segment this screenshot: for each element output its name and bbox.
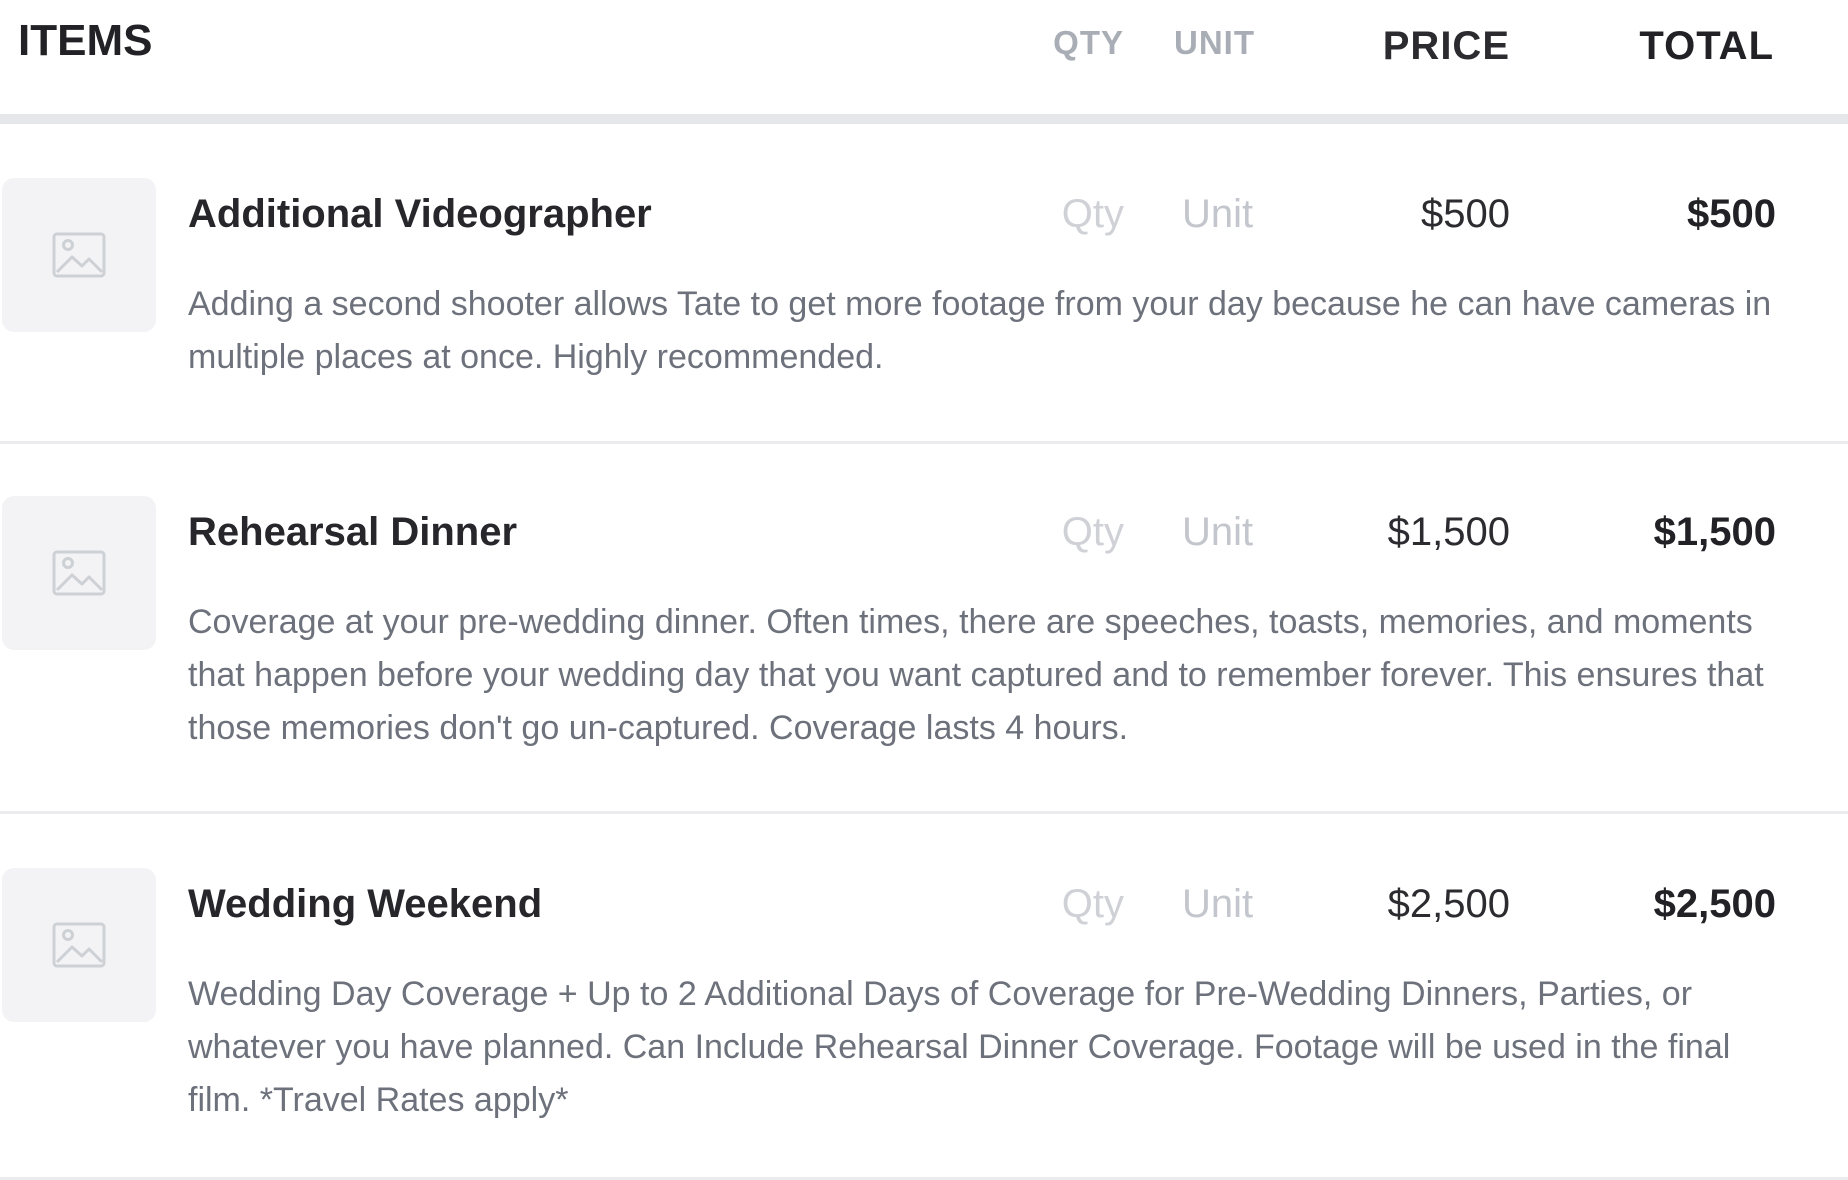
item-name: Wedding Weekend <box>188 882 543 926</box>
item-thumbnail[interactable] <box>2 868 156 1022</box>
header-divider <box>0 114 1848 124</box>
column-header-unit: UNIT <box>1174 24 1255 61</box>
qty-field[interactable]: Qty <box>1062 192 1124 237</box>
item-description: Adding a second shooter allows Tate to g… <box>188 285 1772 376</box>
image-placeholder-icon <box>52 922 106 968</box>
unit-field[interactable]: Unit <box>1182 510 1253 555</box>
item-description: Wedding Day Coverage + Up to 2 Additiona… <box>188 975 1731 1119</box>
image-placeholder-icon <box>52 550 106 596</box>
item-total: $2,500 <box>1653 882 1776 926</box>
unit-field[interactable]: Unit <box>1182 882 1253 927</box>
line-item[interactable]: Rehearsal Dinner Qty Unit $1,500 $1,500 … <box>0 444 1848 814</box>
qty-field[interactable]: Qty <box>1062 510 1124 555</box>
column-header-total: TOTAL <box>1639 24 1774 68</box>
item-total: $500 <box>1687 192 1776 236</box>
column-header-qty: QTY <box>1053 24 1124 61</box>
item-name: Rehearsal Dinner <box>188 510 518 554</box>
item-thumbnail[interactable] <box>2 178 156 332</box>
items-header: ITEMS QTY UNIT PRICE TOTAL <box>0 0 1848 112</box>
item-total: $1,500 <box>1653 510 1776 554</box>
line-item[interactable]: Wedding Weekend Qty Unit $2,500 $2,500 W… <box>0 814 1848 1180</box>
item-thumbnail[interactable] <box>2 496 156 650</box>
item-name: Additional Videographer <box>188 192 652 236</box>
item-price: $2,500 <box>1387 882 1510 926</box>
unit-field[interactable]: Unit <box>1182 192 1253 237</box>
items-title: ITEMS <box>18 16 153 65</box>
column-header-price: PRICE <box>1382 24 1510 68</box>
qty-field[interactable]: Qty <box>1062 882 1124 927</box>
item-description: Coverage at your pre-wedding dinner. Oft… <box>188 603 1764 747</box>
item-price: $500 <box>1421 192 1510 236</box>
item-price: $1,500 <box>1387 510 1510 554</box>
line-item[interactable]: Additional Videographer Qty Unit $500 $5… <box>0 124 1848 444</box>
image-placeholder-icon <box>52 232 106 278</box>
